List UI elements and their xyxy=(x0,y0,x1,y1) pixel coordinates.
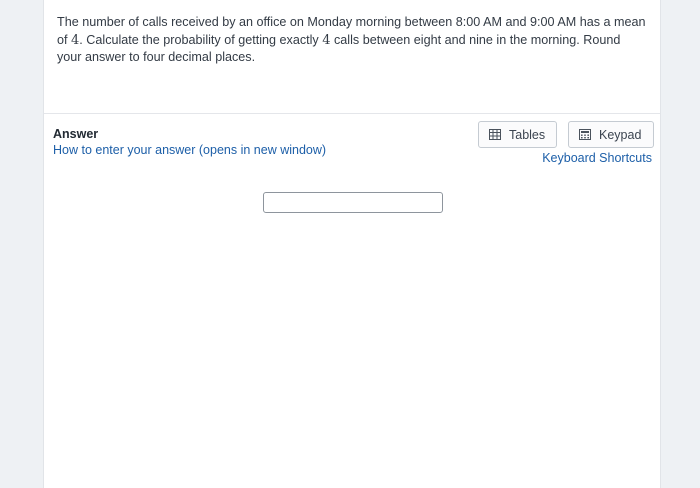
answer-help-link[interactable]: How to enter your answer (opens in new w… xyxy=(53,143,326,157)
answer-input[interactable] xyxy=(263,192,443,213)
keypad-button-label: Keypad xyxy=(599,127,642,142)
tables-button-label: Tables xyxy=(509,127,546,142)
tables-button[interactable]: Tables xyxy=(478,121,557,148)
question-panel: The number of calls received by an offic… xyxy=(43,0,661,488)
keyboard-shortcuts-link[interactable]: Keyboard Shortcuts xyxy=(542,151,652,165)
answer-label: Answer xyxy=(53,127,99,141)
calculator-icon xyxy=(579,129,591,140)
page: The number of calls received by an offic… xyxy=(0,0,700,488)
keypad-button[interactable]: Keypad xyxy=(568,121,654,148)
question-text: The number of calls received by an offic… xyxy=(44,0,660,114)
exact-calls-value: 4 xyxy=(322,32,331,48)
question-text-part2: . Calculate the probability of getting e… xyxy=(79,32,323,47)
table-grid-icon xyxy=(489,129,501,140)
